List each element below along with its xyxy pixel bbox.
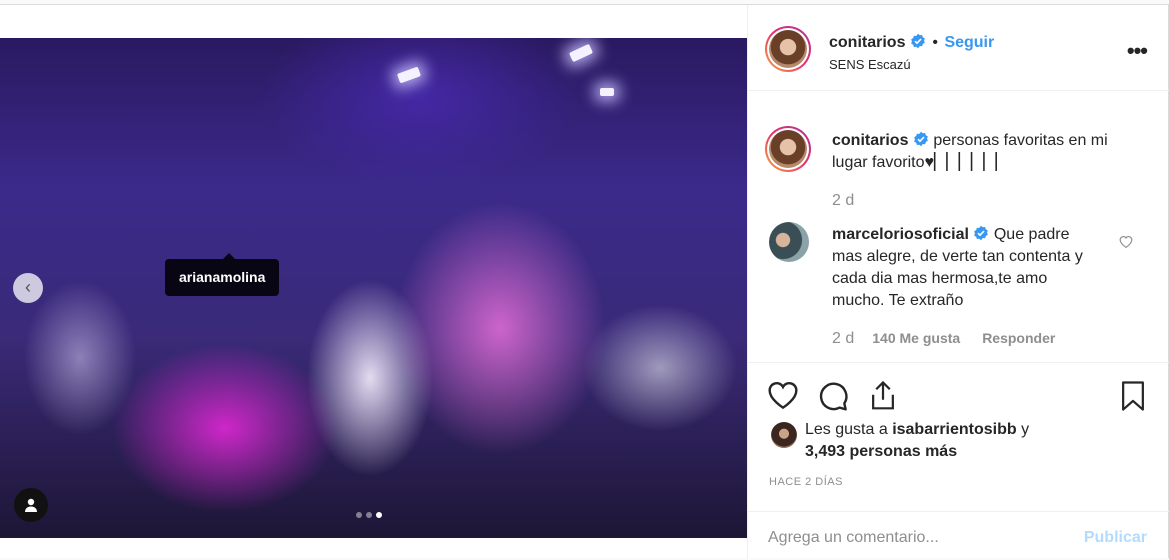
follow-button[interactable]: Seguir: [944, 34, 994, 51]
comment-composer: Publicar: [748, 511, 1169, 560]
comment-time[interactable]: 2 d: [832, 330, 854, 348]
heart-icon[interactable]: [1119, 235, 1133, 248]
liker-username[interactable]: isabarrientosibb: [892, 421, 1016, 438]
post-actions: Les gusta a isabarrientosibb y 3,493 per…: [748, 362, 1169, 559]
carousel-dot: [356, 512, 362, 518]
commenter-avatar[interactable]: [769, 222, 809, 262]
carousel-prev-button[interactable]: ‹: [13, 273, 43, 303]
location-link[interactable]: SENS Escazú: [829, 57, 911, 72]
likes-conj: y: [1021, 421, 1030, 438]
heart-icon[interactable]: [767, 380, 799, 410]
comment-likes[interactable]: 140 Me gusta: [872, 330, 960, 346]
show-tags-button[interactable]: [14, 488, 48, 522]
post-timestamp[interactable]: HACE 2 DÍAS: [769, 476, 843, 488]
ellipsis-icon[interactable]: •••: [1127, 40, 1148, 62]
reply-button[interactable]: Responder: [982, 330, 1055, 346]
username-link[interactable]: conitarios: [829, 34, 905, 51]
carousel-indicator: [356, 512, 382, 518]
stage-light: [600, 88, 614, 96]
comment-icon[interactable]: [817, 380, 849, 412]
comment: marceloriosoficial Que padre mas alegre,…: [832, 224, 1102, 312]
caption-time[interactable]: 2 d: [832, 192, 854, 209]
liker-avatar[interactable]: [771, 422, 797, 448]
chevron-left-icon: ‹: [25, 277, 31, 297]
user-tag[interactable]: arianamolina: [165, 253, 280, 296]
comment-username[interactable]: marceloriosoficial: [832, 226, 969, 243]
stage-light: [396, 66, 422, 84]
header-user-line: conitarios • Seguir: [829, 33, 994, 52]
caption-username[interactable]: conitarios: [832, 132, 908, 149]
post-image[interactable]: arianamolina ‹: [0, 38, 747, 538]
separator-dot: •: [932, 34, 938, 51]
post-frame: arianamolina ‹ conitarios • Seguir SENS …: [0, 4, 1169, 559]
caption-meta: 2 d: [832, 192, 854, 210]
post-sidebar: conitarios • Seguir SENS Escazú ••• coni…: [747, 5, 1169, 559]
verified-badge-icon: [974, 225, 989, 241]
caption: conitarios personas favoritas en mi luga…: [832, 130, 1132, 174]
stage-light: [568, 43, 594, 63]
carousel-dot-active: [376, 512, 382, 518]
carousel-dot: [366, 512, 372, 518]
verified-badge-icon: [911, 33, 925, 49]
likes-prefix: Les gusta a: [805, 421, 888, 438]
likes-summary: Les gusta a isabarrientosibb y 3,493 per…: [805, 419, 1029, 463]
post-header: conitarios • Seguir SENS Escazú •••: [748, 5, 1169, 91]
user-icon: [25, 498, 37, 512]
share-icon[interactable]: [868, 380, 898, 412]
likes-count[interactable]: 3,493 personas más: [805, 443, 957, 460]
avatar[interactable]: [765, 126, 811, 172]
comment-input[interactable]: [768, 527, 1068, 549]
avatar[interactable]: [765, 26, 811, 72]
comments-section: conitarios personas favoritas en mi luga…: [748, 91, 1169, 361]
comment-meta: 2 d 140 Me gusta Responder: [832, 330, 1055, 348]
verified-badge-icon: [914, 131, 928, 147]
publish-button[interactable]: Publicar: [1084, 529, 1147, 547]
bookmark-icon[interactable]: [1120, 380, 1146, 412]
